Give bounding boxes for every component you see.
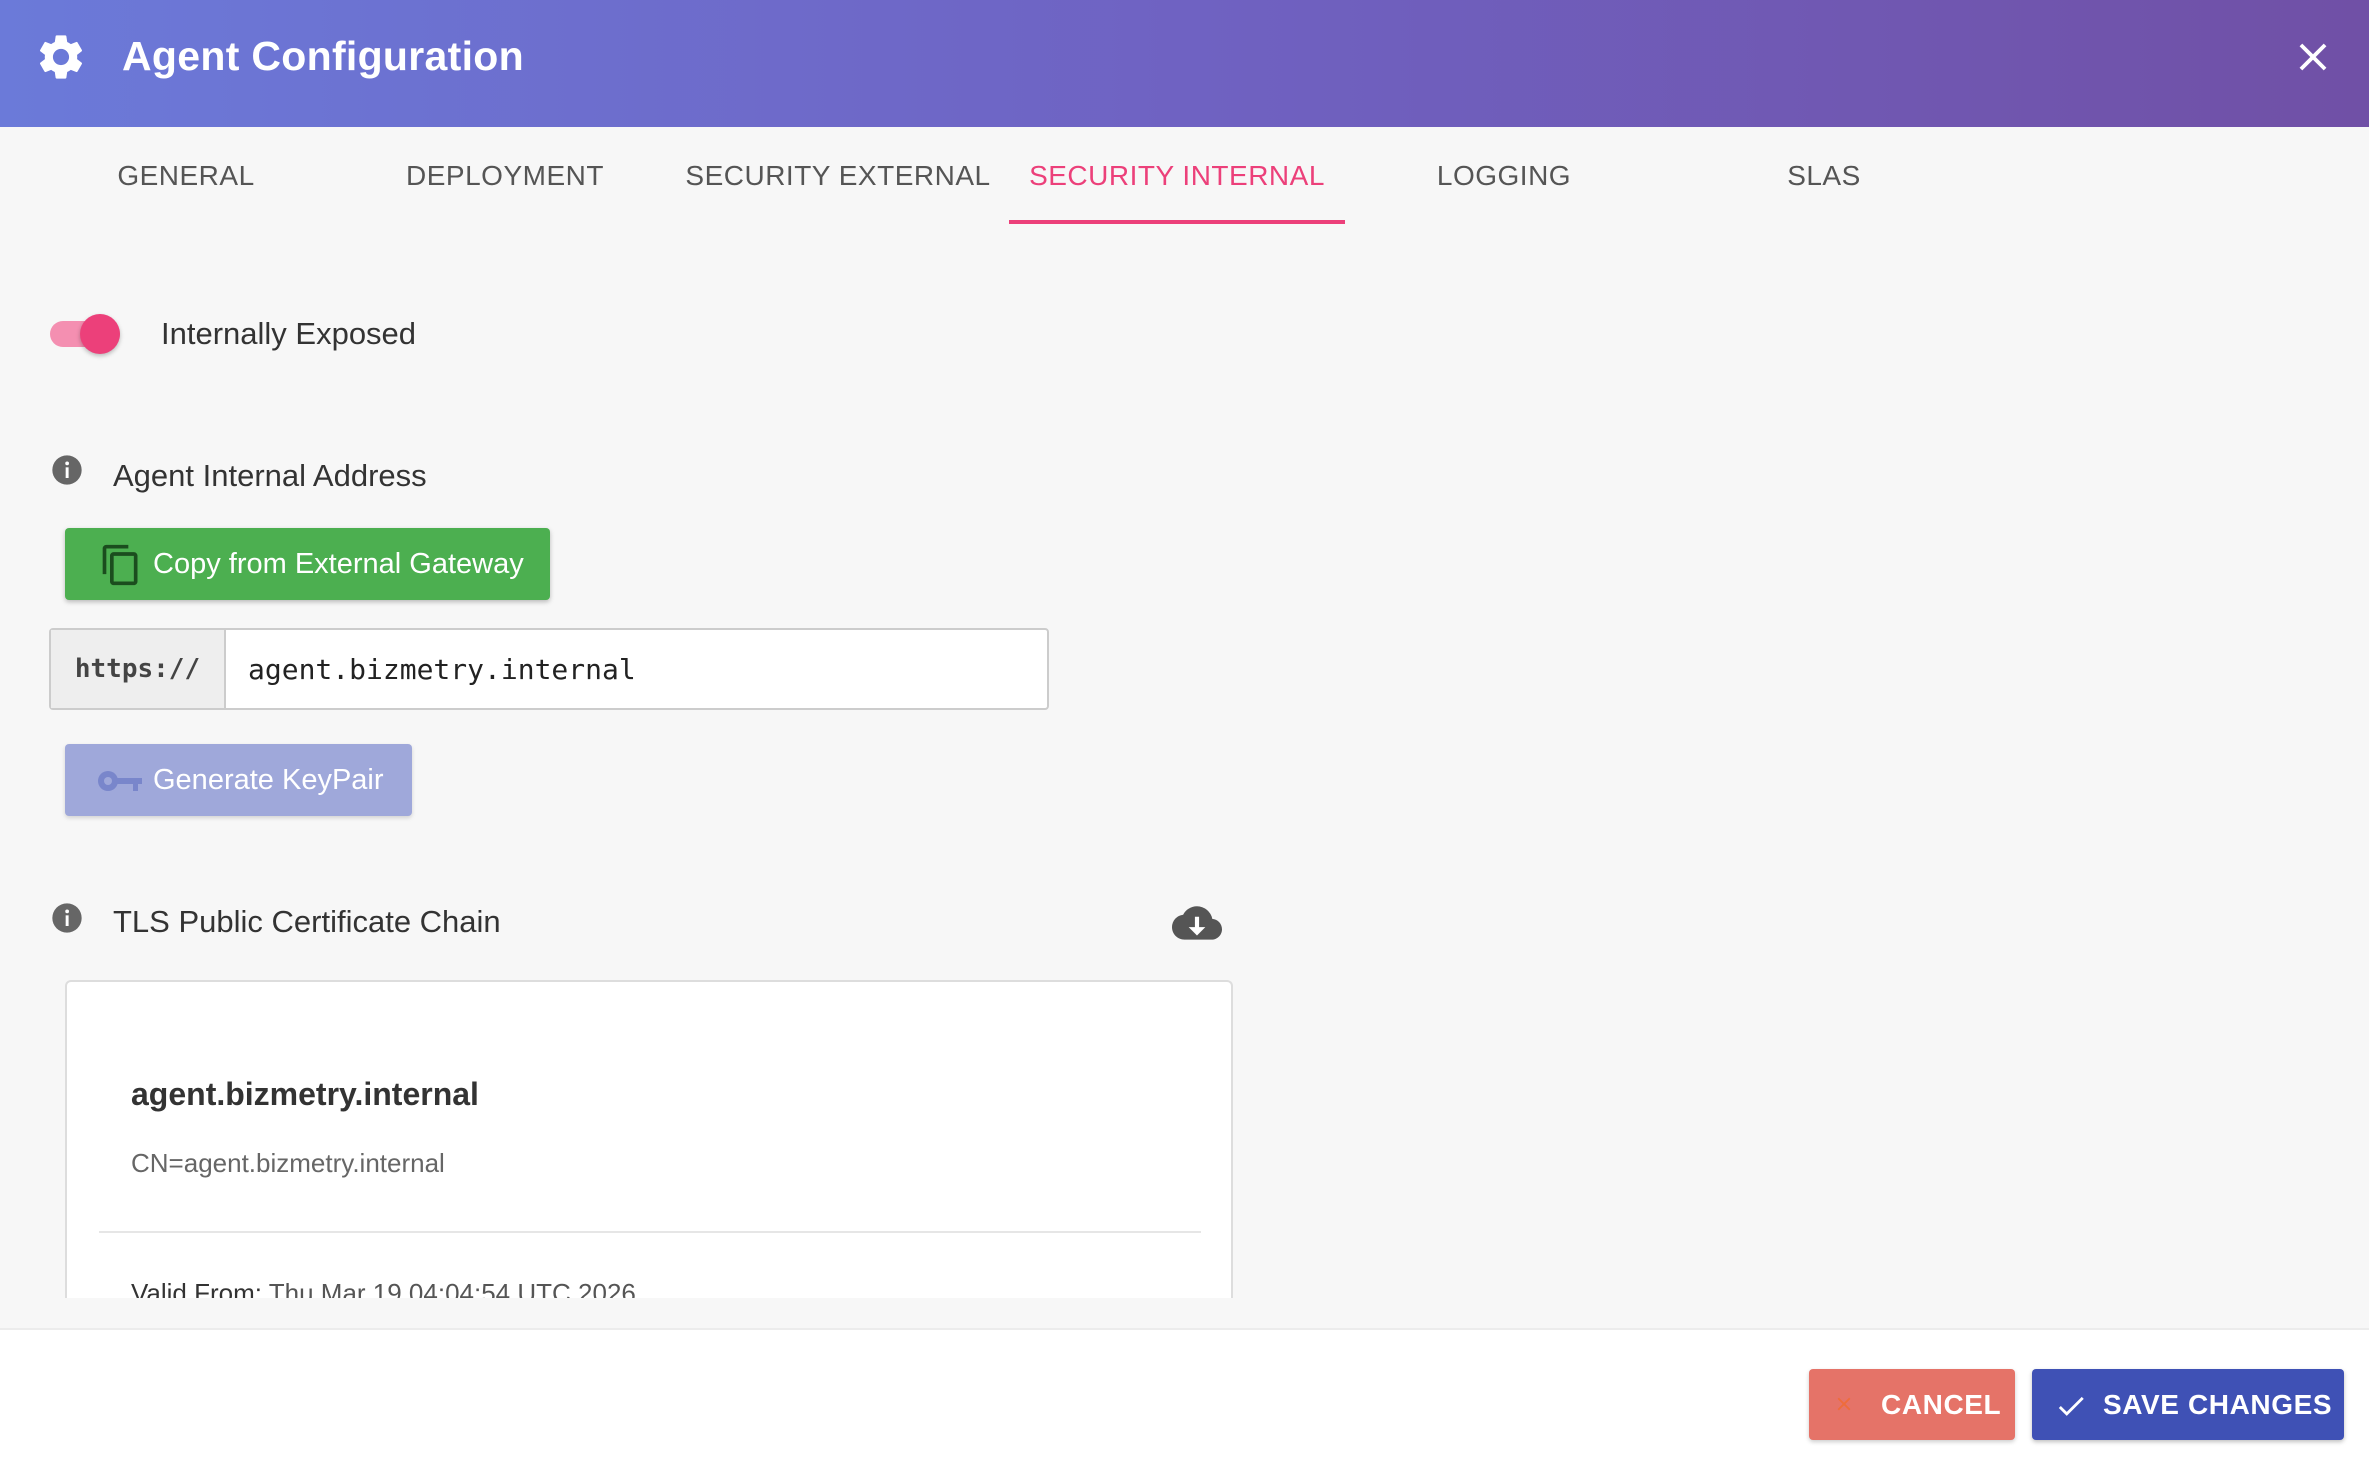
gear-icon xyxy=(39,35,83,79)
active-tab-indicator xyxy=(1009,220,1345,224)
check-icon xyxy=(2058,1396,2084,1416)
tab-security-internal[interactable]: SECURITY INTERNAL xyxy=(1009,127,1345,224)
dialog-title: Agent Configuration xyxy=(122,33,524,79)
cancel-button[interactable]: CANCEL xyxy=(1809,1369,2015,1440)
cloud-download-icon[interactable] xyxy=(1172,904,1222,944)
tab-slas[interactable]: SLAS xyxy=(1692,127,1956,224)
certificate-valid-from: Valid From: Thu Mar 19 04:04:54 UTC 2026 xyxy=(131,1276,636,1298)
certificate-subject: CN=agent.bizmetry.internal xyxy=(131,1148,445,1178)
toggle-knob xyxy=(80,314,120,354)
internally-exposed-toggle[interactable] xyxy=(50,312,124,354)
close-icon xyxy=(1837,1397,1851,1411)
dialog-header: Agent Configuration xyxy=(0,0,2369,127)
tab-security-external[interactable]: SECURITY EXTERNAL xyxy=(680,127,996,224)
generate-keypair-button[interactable]: Generate KeyPair xyxy=(65,744,412,816)
copy-from-external-gateway-button[interactable]: Copy from External Gateway xyxy=(65,528,550,600)
certificate-card: agent.bizmetry.internal CN=agent.bizmetr… xyxy=(65,980,1233,1298)
certificate-name: agent.bizmetry.internal xyxy=(131,1076,479,1112)
valid-from-value: Thu Mar 19 04:04:54 UTC 2026 xyxy=(268,1278,636,1298)
agent-internal-address-label: Agent Internal Address xyxy=(113,458,427,493)
copy-button-label: Copy from External Gateway xyxy=(153,548,524,580)
info-icon[interactable] xyxy=(51,454,83,486)
tab-logging[interactable]: LOGGING xyxy=(1372,127,1636,224)
tls-certificate-chain-label: TLS Public Certificate Chain xyxy=(113,904,501,939)
internal-address-input-group: https:// xyxy=(49,628,1049,710)
save-changes-button[interactable]: SAVE CHANGES xyxy=(2032,1369,2344,1440)
internal-address-input[interactable] xyxy=(228,630,1047,708)
tab-bar: GENERAL DEPLOYMENT SECURITY EXTERNAL SEC… xyxy=(0,127,2369,227)
cancel-label: CANCEL xyxy=(1881,1389,2002,1420)
url-scheme-prefix: https:// xyxy=(51,630,226,708)
internally-exposed-label: Internally Exposed xyxy=(161,316,417,351)
info-icon[interactable] xyxy=(51,902,83,934)
certificate-divider xyxy=(99,1231,1201,1233)
copy-icon xyxy=(102,544,138,586)
valid-from-label: Valid From: xyxy=(131,1278,262,1298)
tab-general[interactable]: GENERAL xyxy=(54,127,318,224)
tab-deployment[interactable]: DEPLOYMENT xyxy=(373,127,637,224)
close-icon[interactable] xyxy=(2290,34,2336,80)
generate-keypair-label: Generate KeyPair xyxy=(153,764,384,796)
key-icon xyxy=(98,771,142,791)
save-changes-label: SAVE CHANGES xyxy=(2103,1389,2333,1420)
